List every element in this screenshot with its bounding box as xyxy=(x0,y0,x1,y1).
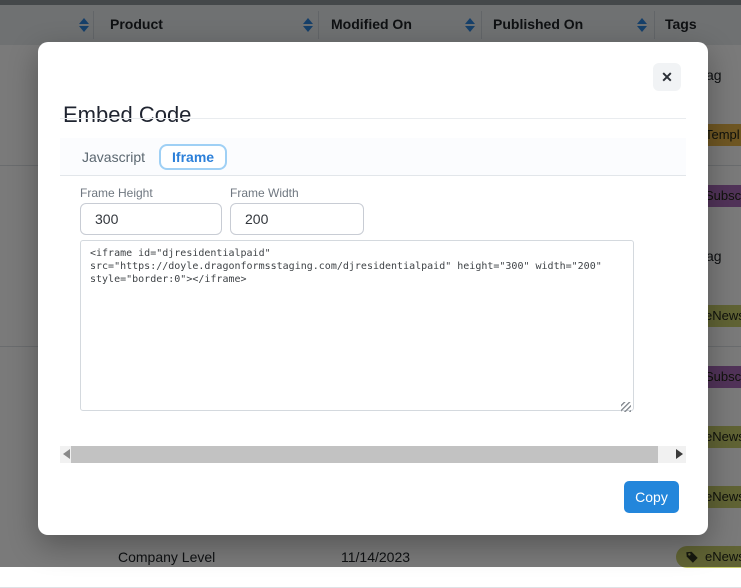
title-divider xyxy=(60,118,686,119)
frame-height-group: Frame Height xyxy=(80,186,222,235)
scroll-left-icon[interactable] xyxy=(63,449,70,459)
tab-javascript[interactable]: Javascript xyxy=(82,149,145,165)
scrollbar-thumb[interactable] xyxy=(71,446,658,463)
textarea-resize-handle[interactable] xyxy=(621,402,631,412)
frame-height-input[interactable] xyxy=(80,203,222,235)
frame-width-group: Frame Width xyxy=(230,186,364,235)
frame-width-input[interactable] xyxy=(230,203,364,235)
frame-width-label: Frame Width xyxy=(230,186,364,200)
scroll-right-icon[interactable] xyxy=(676,449,683,459)
copy-button[interactable]: Copy xyxy=(624,481,679,513)
iframe-form: Frame Height Frame Width xyxy=(80,186,676,416)
modal-title: Embed Code xyxy=(63,102,191,128)
embed-code-modal: Embed Code ✕ Javascript Iframe Frame Hei… xyxy=(38,42,708,535)
embed-code-textarea[interactable] xyxy=(80,240,634,411)
tab-iframe[interactable]: Iframe xyxy=(159,144,227,170)
close-icon[interactable]: ✕ xyxy=(653,63,681,91)
frame-height-label: Frame Height xyxy=(80,186,222,200)
embed-code-wrap xyxy=(80,240,634,416)
horizontal-scrollbar[interactable] xyxy=(60,446,686,463)
embed-type-tabs: Javascript Iframe xyxy=(60,138,686,176)
